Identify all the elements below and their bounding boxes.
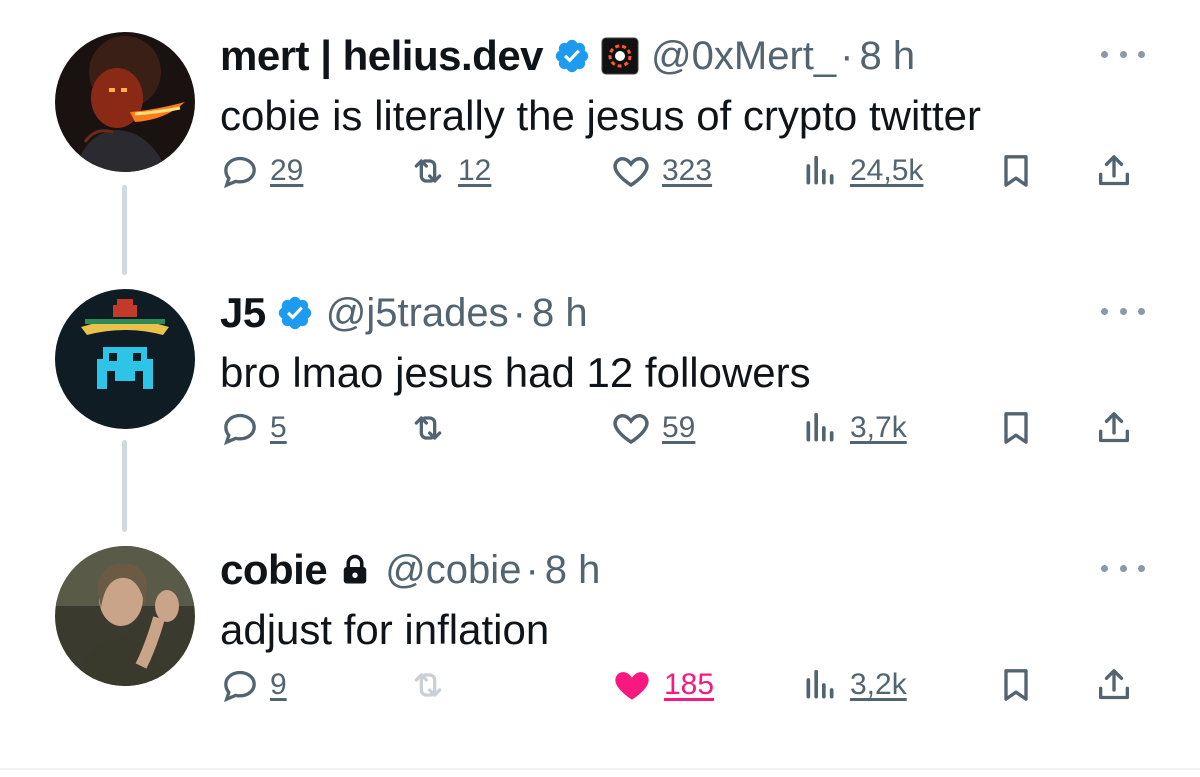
repost-icon — [414, 673, 442, 697]
more-options-icon[interactable] — [1101, 44, 1145, 64]
divider — [0, 768, 1200, 770]
user-handle[interactable]: @0xMert_ — [651, 34, 836, 79]
like-count: 59 — [662, 411, 696, 444]
tweet[interactable]: cobie @cobie · 8 h adjust for inflation … — [0, 514, 1200, 772]
repost-icon — [414, 159, 442, 183]
reply-count: 5 — [270, 411, 287, 444]
tweet-text: cobie is literally the jesus of crypto t… — [220, 92, 981, 139]
share-icon — [1099, 669, 1129, 700]
reply-icon — [223, 670, 256, 703]
like-button[interactable]: 323 — [610, 148, 712, 194]
views-button[interactable]: 3,7k — [800, 405, 907, 451]
tweet[interactable]: mert | helius.dev @0xMert_ · 8 h cobie i… — [0, 0, 1200, 258]
bookmark-icon — [1004, 669, 1028, 701]
heart-filled-icon — [615, 672, 649, 700]
tweet-header: cobie @cobie · 8 h — [220, 540, 600, 600]
verified-icon — [276, 294, 314, 332]
views-button[interactable]: 3,2k — [800, 662, 907, 708]
like-button[interactable]: 59 — [610, 405, 695, 451]
user-handle[interactable]: @cobie — [385, 548, 521, 593]
bookmark-button[interactable] — [996, 405, 1036, 451]
like-count: 185 — [664, 668, 715, 701]
timestamp[interactable]: 8 h — [532, 291, 588, 336]
affiliate-badge-icon[interactable] — [601, 37, 639, 75]
repost-button[interactable]: 12 — [408, 148, 491, 194]
user-handle[interactable]: @j5trades — [326, 291, 509, 336]
reply-button[interactable]: 29 — [220, 148, 303, 194]
repost-count: 12 — [458, 154, 492, 187]
reply-count: 9 — [270, 668, 287, 701]
separator-dot: · — [512, 290, 526, 335]
tweet-text: adjust for inflation — [220, 606, 550, 653]
share-icon — [1099, 155, 1129, 186]
bookmark-button[interactable] — [996, 662, 1036, 708]
more-options-icon[interactable] — [1101, 301, 1145, 321]
views-count: 24,5k — [850, 154, 924, 187]
tweet-header: J5 @j5trades · 8 h — [220, 283, 588, 343]
display-name[interactable]: J5 — [220, 289, 266, 337]
repost-button[interactable] — [408, 405, 458, 451]
like-count: 323 — [662, 154, 713, 187]
tweet[interactable]: J5 @j5trades · 8 h bro lmao jesus had 12… — [0, 257, 1200, 515]
more-options-icon[interactable] — [1101, 558, 1145, 578]
bookmark-button[interactable] — [996, 148, 1036, 194]
tweet-actions: 9 185 3,2k — [0, 654, 1200, 714]
repost-button — [408, 662, 458, 708]
display-name[interactable]: mert | helius.dev — [220, 32, 544, 80]
display-name[interactable]: cobie — [220, 546, 328, 594]
share-icon — [1099, 412, 1129, 443]
lock-icon — [337, 551, 373, 589]
tweet-actions: 5 59 3,7k — [0, 397, 1200, 457]
tweet-actions: 29 12 323 24,5k — [0, 140, 1200, 200]
views-icon — [806, 412, 834, 442]
reply-count: 29 — [270, 154, 304, 187]
tweet-text: bro lmao jesus had 12 followers — [220, 349, 811, 396]
reply-button[interactable]: 9 — [220, 662, 287, 708]
verified-icon — [553, 37, 591, 75]
reply-button[interactable]: 5 — [220, 405, 287, 451]
separator-dot: · — [525, 547, 539, 592]
views-count: 3,7k — [850, 411, 907, 444]
bookmark-icon — [1004, 155, 1028, 187]
like-button[interactable]: 185 — [610, 662, 714, 708]
views-button[interactable]: 24,5k — [800, 148, 923, 194]
share-button[interactable] — [1094, 662, 1134, 708]
timestamp[interactable]: 8 h — [859, 34, 915, 79]
views-count: 3,2k — [850, 668, 907, 701]
views-icon — [806, 669, 834, 699]
share-button[interactable] — [1094, 148, 1134, 194]
tweet-header: mert | helius.dev @0xMert_ · 8 h — [220, 26, 915, 86]
heart-icon — [613, 413, 649, 445]
bookmark-icon — [1004, 412, 1028, 444]
share-button[interactable] — [1094, 405, 1134, 451]
reply-icon — [223, 413, 256, 446]
repost-icon — [414, 416, 442, 440]
timestamp[interactable]: 8 h — [545, 548, 601, 593]
reply-icon — [223, 156, 256, 189]
heart-icon — [613, 156, 649, 188]
views-icon — [806, 155, 834, 185]
separator-dot: · — [840, 33, 854, 78]
